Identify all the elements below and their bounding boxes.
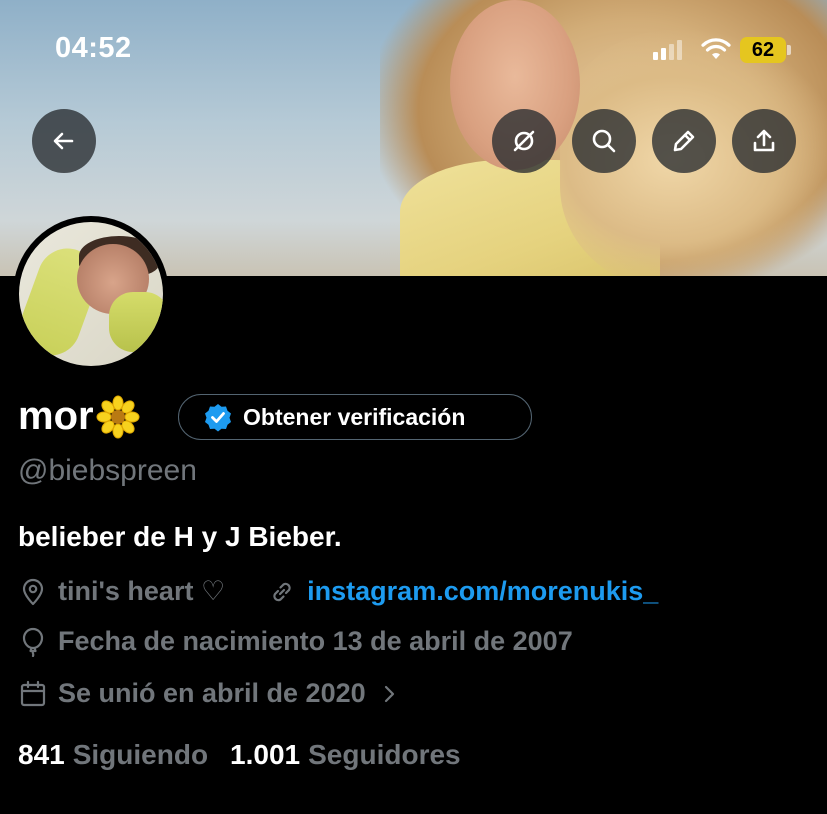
following-link[interactable]: 841 Siguiendo xyxy=(18,739,208,771)
display-name-row: mor xyxy=(18,394,140,439)
calendar-icon xyxy=(20,680,46,706)
balloon-icon xyxy=(22,627,44,657)
verified-badge-icon xyxy=(205,404,231,432)
status-time: 04:52 xyxy=(55,32,132,64)
followers-label: Seguidores xyxy=(308,739,461,770)
location-website-row: tini's heart ♡ instagram.com/morenukis_ xyxy=(18,576,658,607)
pencil-icon xyxy=(673,130,695,152)
search-button[interactable] xyxy=(572,109,636,173)
website-link-group[interactable]: instagram.com/morenukis_ xyxy=(267,576,658,607)
birthday-row: Fecha de nacimiento 13 de abril de 2007 xyxy=(18,626,573,657)
joined-text: Se unió en abril de 2020 xyxy=(58,678,366,708)
blossom-emoji-icon xyxy=(96,395,140,438)
chevron-right-icon xyxy=(384,685,394,702)
joined-row[interactable]: Se unió en abril de 2020 xyxy=(18,678,400,709)
share-button[interactable] xyxy=(732,109,796,173)
edit-button[interactable] xyxy=(652,109,716,173)
profile-bio: belieber de H y J Bieber. xyxy=(18,521,342,552)
link-icon xyxy=(273,582,291,601)
grok-icon xyxy=(513,130,535,152)
username-handle: @biebspreen xyxy=(18,454,197,487)
get-verified-button[interactable]: Obtener verificación xyxy=(178,394,532,440)
wifi-icon xyxy=(701,38,731,59)
back-button[interactable] xyxy=(32,109,96,173)
search-icon xyxy=(592,129,616,153)
arrow-left-icon xyxy=(53,132,74,150)
battery-percent: 62 xyxy=(751,39,775,61)
avatar-photo-sleeve xyxy=(109,292,163,352)
get-verified-label: Obtener verificación xyxy=(243,403,466,430)
followers-link[interactable]: 1.001 Seguidores xyxy=(230,739,461,771)
website-link[interactable]: instagram.com/morenukis_ xyxy=(307,576,658,607)
location-pin-icon xyxy=(22,578,44,605)
following-count: 841 xyxy=(18,739,65,770)
display-name: mor xyxy=(18,394,94,438)
birthday-text: Fecha de nacimiento 13 de abril de 2007 xyxy=(58,626,573,656)
profile-avatar[interactable] xyxy=(13,216,169,372)
followers-count: 1.001 xyxy=(230,739,301,770)
grok-button[interactable] xyxy=(492,109,556,173)
location-text: tini's heart ♡ xyxy=(58,576,226,606)
battery-icon: 62 xyxy=(740,37,792,63)
cellular-signal-icon xyxy=(653,40,682,60)
follow-counts: 841 Siguiendo 1.001 Seguidores xyxy=(18,739,461,771)
share-icon xyxy=(753,129,775,152)
following-label: Siguiendo xyxy=(72,739,209,770)
